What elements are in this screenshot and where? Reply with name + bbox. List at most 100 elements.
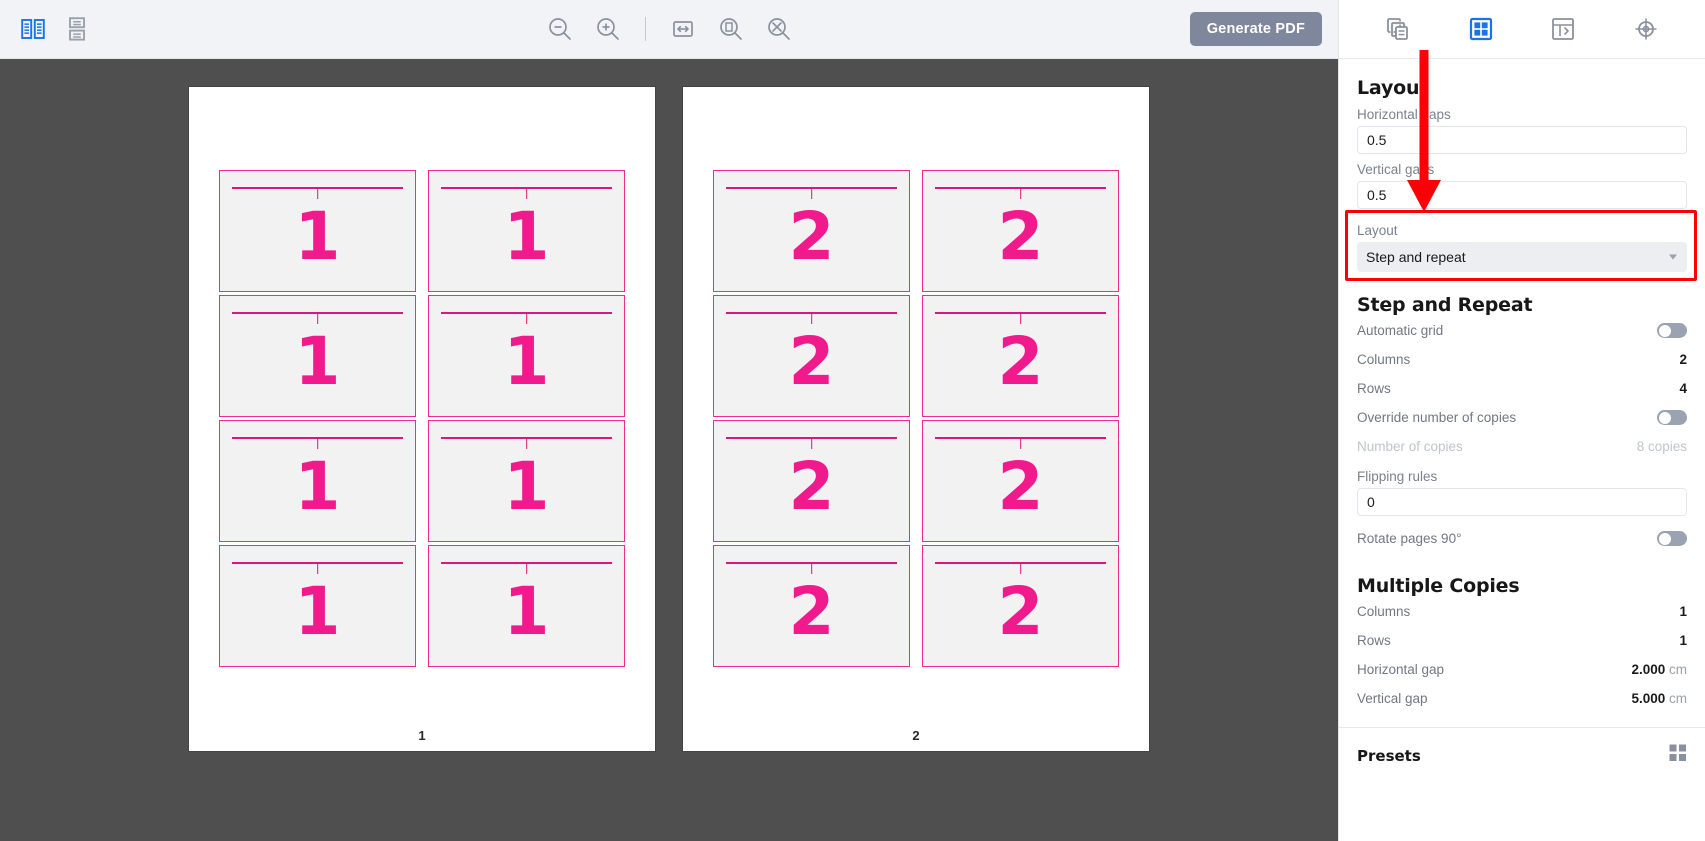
presets-label: Presets [1357, 746, 1421, 765]
sr-rows-row[interactable]: Rows 4 [1357, 374, 1687, 403]
card-item[interactable]: 1 [428, 170, 625, 292]
mc-hgap-value: 2.000 cm [1631, 662, 1687, 677]
sr-columns-row[interactable]: Columns 2 [1357, 345, 1687, 374]
page-sheet[interactable]: 2 2 2 2 2 2 2 2 2 [683, 87, 1149, 751]
automatic-grid-toggle[interactable] [1657, 323, 1687, 338]
main-area: Generate PDF 1 1 1 1 1 1 1 1 1 2 2 2 2 2… [0, 0, 1338, 841]
card-number: 1 [294, 198, 341, 275]
presets-row[interactable]: Presets [1357, 744, 1687, 767]
vertical-gaps-label: Vertical gaps [1357, 162, 1435, 177]
zoom-out-icon[interactable] [545, 14, 575, 44]
card-tick [1019, 562, 1022, 574]
panel-divider [1339, 727, 1705, 728]
card-tick [316, 437, 319, 449]
sr-rows-value: 4 [1679, 381, 1687, 396]
card-tick [810, 562, 813, 574]
mc-columns-row[interactable]: Columns 1 [1357, 597, 1687, 626]
tab-layout[interactable] [1460, 11, 1502, 47]
mc-vgap-row[interactable]: Vertical gap 5.000 cm [1357, 684, 1687, 713]
zoom-in-icon[interactable] [593, 14, 623, 44]
card-tick [810, 187, 813, 199]
tab-marks[interactable] [1542, 11, 1584, 47]
override-copies-toggle[interactable] [1657, 410, 1687, 425]
flipping-rules-input[interactable] [1357, 488, 1687, 516]
horizontal-gaps-input[interactable] [1357, 126, 1687, 154]
override-copies-row: Override number of copies [1357, 403, 1687, 432]
mc-hgap-label: Horizontal gap [1357, 662, 1445, 677]
page-sheet[interactable]: 1 1 1 1 1 1 1 1 1 [189, 87, 655, 751]
card-tick [525, 562, 528, 574]
fit-width-icon[interactable] [668, 14, 698, 44]
number-of-copies-row: Number of copies 8 copies [1357, 432, 1687, 461]
mc-vgap-unit: cm [1669, 691, 1687, 706]
sr-columns-value: 2 [1679, 352, 1687, 367]
card-item[interactable]: 1 [219, 295, 416, 417]
toolbar-left-group [0, 14, 92, 44]
card-item[interactable]: 2 [922, 295, 1119, 417]
card-number: 2 [997, 573, 1044, 650]
card-item[interactable]: 2 [922, 545, 1119, 667]
horizontal-gaps-label: Horizontal gaps [1357, 107, 1451, 122]
page-preview-canvas[interactable]: 1 1 1 1 1 1 1 1 1 2 2 2 2 2 2 2 2 2 [0, 59, 1338, 841]
top-toolbar: Generate PDF [0, 0, 1338, 59]
step-and-repeat-title: Step and Repeat [1357, 294, 1533, 316]
card-item[interactable]: 1 [219, 170, 416, 292]
page-preview-1[interactable]: 1 1 1 1 1 1 1 1 1 [189, 87, 655, 751]
toolbar-separator [644, 17, 646, 41]
card-tick [810, 312, 813, 324]
view-side-by-side-icon[interactable] [18, 14, 48, 44]
card-tick [1019, 312, 1022, 324]
number-of-copies-label: Number of copies [1357, 439, 1463, 454]
card-item[interactable]: 2 [713, 170, 910, 292]
mc-rows-row[interactable]: Rows 1 [1357, 626, 1687, 655]
fit-page-icon[interactable] [716, 14, 746, 44]
card-item[interactable]: 2 [713, 420, 910, 542]
card-item[interactable]: 1 [428, 295, 625, 417]
card-number: 1 [294, 573, 341, 650]
page-number-label: 2 [912, 728, 920, 743]
card-item[interactable]: 2 [713, 545, 910, 667]
card-item[interactable]: 1 [428, 545, 625, 667]
card-item[interactable]: 2 [922, 420, 1119, 542]
flipping-rules-label: Flipping rules [1357, 469, 1438, 484]
rotate-pages-toggle[interactable] [1657, 531, 1687, 546]
mc-hgap-row[interactable]: Horizontal gap 2.000 cm [1357, 655, 1687, 684]
mc-columns-label: Columns [1357, 604, 1411, 619]
card-item[interactable]: 1 [219, 420, 416, 542]
card-number: 2 [788, 573, 835, 650]
sr-columns-label: Columns [1357, 352, 1411, 367]
card-tick [525, 312, 528, 324]
card-tick [316, 312, 319, 324]
card-grid: 2 2 2 2 2 2 2 2 [713, 170, 1119, 667]
card-item[interactable]: 1 [219, 545, 416, 667]
grid-icon[interactable] [1669, 744, 1687, 767]
card-number: 1 [503, 448, 550, 525]
card-tick [525, 187, 528, 199]
mc-vgap-label: Vertical gap [1357, 691, 1428, 706]
right-panel: Layout Horizontal gaps Vertical gaps Lay… [1338, 0, 1705, 841]
card-number: 1 [294, 323, 341, 400]
generate-pdf-button[interactable]: Generate PDF [1189, 12, 1322, 46]
toggle-knob [1658, 324, 1671, 337]
mc-vgap-value: 5.000 cm [1631, 691, 1687, 706]
card-tick [1019, 187, 1022, 199]
card-item[interactable]: 1 [428, 420, 625, 542]
layout-select[interactable]: Step and repeatNestingImpositionManual [1357, 242, 1687, 272]
card-number: 2 [788, 448, 835, 525]
toggle-knob [1658, 532, 1671, 545]
tab-copies[interactable] [1377, 11, 1419, 47]
page-number-label: 1 [418, 728, 426, 743]
fit-selection-icon[interactable] [764, 14, 794, 44]
mc-columns-value: 1 [1679, 604, 1687, 619]
card-tick [1019, 437, 1022, 449]
view-stacked-icon[interactable] [62, 14, 92, 44]
card-item[interactable]: 2 [713, 295, 910, 417]
card-item[interactable]: 2 [922, 170, 1119, 292]
app-root: Generate PDF 1 1 1 1 1 1 1 1 1 2 2 2 2 2… [0, 0, 1705, 841]
toolbar-zoom-group [0, 0, 1338, 58]
tab-registration[interactable] [1625, 11, 1667, 47]
page-preview-2[interactable]: 2 2 2 2 2 2 2 2 2 [683, 87, 1149, 751]
vertical-gaps-input[interactable] [1357, 181, 1687, 209]
mc-hgap-unit: cm [1669, 662, 1687, 677]
toolbar-right-group: Generate PDF [1189, 12, 1338, 46]
